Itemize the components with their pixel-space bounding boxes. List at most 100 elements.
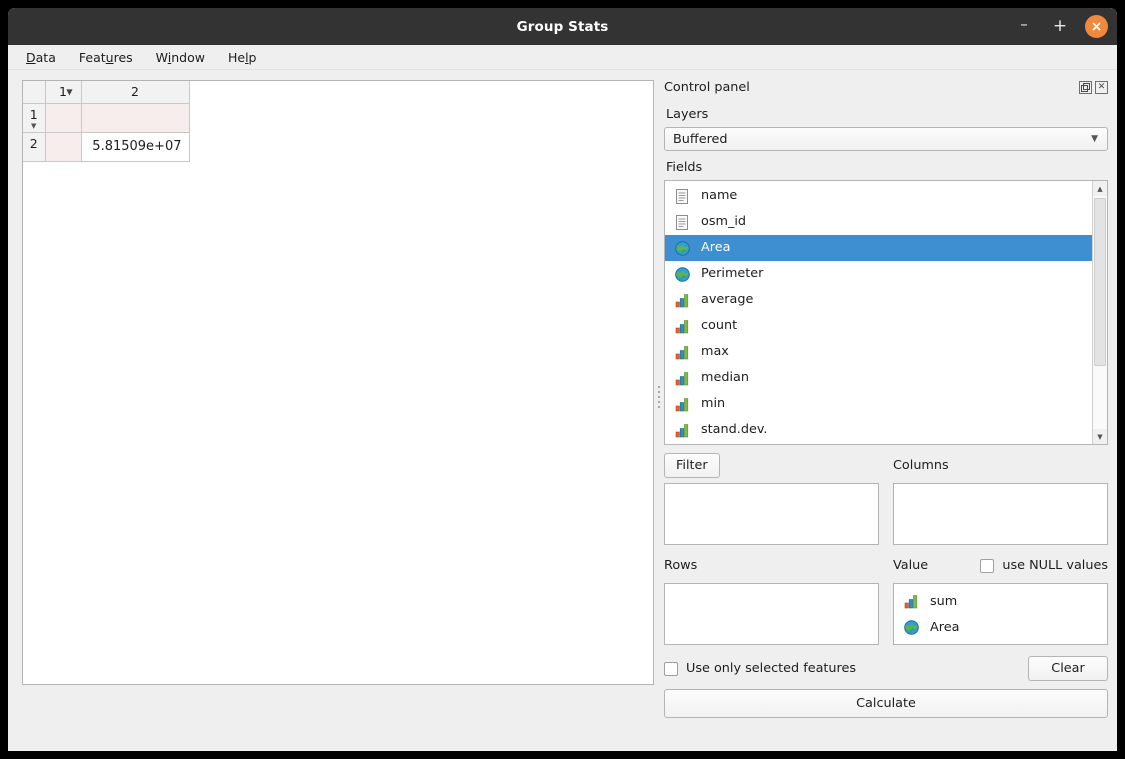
scrollbar-thumb[interactable] (1094, 198, 1106, 366)
dock-header: Control panel ✕ (664, 76, 1108, 98)
result-table-pane[interactable]: 1 ▼ 2 1 ▼ 2 5.81509e+07 (22, 80, 654, 685)
field-list-item-osm-id[interactable]: osm_id (665, 209, 1092, 235)
menu-window[interactable]: Window (155, 48, 206, 67)
use-only-selected-checkbox[interactable]: Use only selected features (664, 661, 856, 676)
control-panel: Control panel ✕ Layers Buffered ▼ Fields… (664, 76, 1112, 718)
float-glyph (1081, 82, 1090, 92)
menu-bar: Data Features Window Help (8, 45, 1117, 70)
value-head: Value use NULL values (893, 553, 1108, 578)
chevron-down-icon[interactable]: ▼ (23, 122, 45, 129)
field-list-item-max[interactable]: max (665, 339, 1092, 365)
value-zone: Value use NULL values sum Area (893, 553, 1108, 645)
window-controls: – + × (1013, 8, 1108, 45)
field-list-item-stand-dev-[interactable]: stand.dev. (665, 417, 1092, 443)
value-item-sum[interactable]: sum (894, 588, 1107, 614)
field-list-item-area[interactable]: Area (665, 235, 1092, 262)
calculate-button[interactable]: Calculate (664, 689, 1108, 718)
field-list-item[interactable] (665, 443, 1092, 444)
menu-features[interactable]: Features (78, 48, 134, 67)
fields-list-items: name osm_id Area Perimeter average count max me… (665, 181, 1092, 444)
field-list-item-median[interactable]: median (665, 365, 1092, 391)
filter-dropbox[interactable] (664, 483, 879, 545)
value-label: Value (893, 558, 929, 573)
menu-data[interactable]: Data (25, 48, 57, 67)
field-list-item-label: average (701, 291, 754, 307)
statistic-bars-icon (904, 594, 918, 608)
column-header-2[interactable]: 2 (81, 81, 190, 104)
cell-r1c1[interactable] (45, 103, 82, 133)
minimize-button[interactable]: – (1013, 16, 1035, 38)
field-list-item-min[interactable]: min (665, 391, 1092, 417)
menu-help[interactable]: Help (227, 48, 258, 67)
scroll-up-icon[interactable]: ▲ (1093, 181, 1107, 197)
filter-head: Filter (664, 453, 879, 478)
table-row[interactable]: 1 ▼ (23, 103, 190, 133)
rows-dropbox[interactable] (664, 583, 879, 645)
row-header-2-label: 2 (29, 135, 38, 151)
cell-r2c1[interactable] (45, 132, 82, 162)
rows-label: Rows (664, 558, 698, 573)
table-row[interactable]: 2 5.81509e+07 (23, 132, 190, 162)
splitter-grip-icon (658, 386, 660, 408)
value-dropbox[interactable]: sum Area (893, 583, 1108, 645)
pane-splitter[interactable] (654, 76, 664, 718)
control-panel-title: Control panel (664, 79, 750, 95)
row-header-1-label: 1 (29, 106, 38, 122)
field-list-item-label: max (701, 343, 729, 359)
field-list-item-label: min (701, 395, 726, 411)
filter-zone: Filter (664, 453, 879, 545)
fields-label: Fields (666, 160, 703, 176)
field-list-item-label: Perimeter (701, 265, 764, 281)
field-list-item-average[interactable]: average (665, 287, 1092, 313)
columns-zone: Columns (893, 453, 1108, 545)
statistic-bars-icon (675, 398, 689, 412)
filter-button[interactable]: Filter (664, 453, 720, 478)
row-header-1[interactable]: 1 ▼ (23, 103, 46, 133)
title-bar[interactable]: Group Stats – + × (8, 8, 1117, 45)
field-list-item-perimeter[interactable]: Perimeter (665, 261, 1092, 287)
close-panel-icon[interactable]: ✕ (1095, 80, 1108, 94)
close-icon[interactable]: × (1085, 15, 1108, 38)
field-list-item-count[interactable]: count (665, 313, 1092, 339)
row-header-2[interactable]: 2 (23, 132, 46, 162)
statistic-bars-icon (675, 424, 689, 438)
rows-zone: Rows (664, 553, 879, 645)
column-header-1[interactable]: 1 ▼ (45, 81, 82, 104)
rows-head: Rows (664, 553, 879, 578)
geometry-globe-icon (904, 619, 919, 635)
statistic-bars-icon (675, 294, 689, 308)
cell-r2c2[interactable]: 5.81509e+07 (81, 132, 190, 162)
layers-combobox[interactable]: Buffered ▼ (664, 127, 1108, 152)
columns-label: Columns (893, 458, 949, 473)
column-header-2-label: 2 (131, 84, 139, 100)
dock-buttons: ✕ (1079, 80, 1108, 94)
field-list-item-name[interactable]: name (665, 183, 1092, 209)
cell-r1c2[interactable] (81, 103, 190, 133)
scroll-down-icon[interactable]: ▼ (1093, 429, 1107, 444)
field-list-item-label: stand.dev. (701, 421, 768, 437)
field-list-item-label: median (701, 369, 749, 385)
columns-head: Columns (893, 453, 1108, 478)
scrollbar-track[interactable] (1093, 196, 1107, 429)
value-item-area[interactable]: Area (894, 614, 1107, 640)
statistic-bars-icon (675, 372, 689, 386)
chevron-down-icon[interactable]: ▼ (1091, 134, 1098, 144)
field-list-item-label: osm_id (701, 213, 747, 229)
checkbox-box[interactable] (664, 661, 678, 676)
maximize-button[interactable]: + (1049, 16, 1071, 38)
bottom-controls: Use only selected features Clear (664, 656, 1108, 681)
table-header-row: 1 ▼ 2 (23, 81, 190, 104)
fields-scrollbar[interactable]: ▲ ▼ (1092, 181, 1107, 444)
field-list-item-label: Area (701, 239, 731, 255)
checkbox-box[interactable] (980, 558, 995, 573)
columns-dropbox[interactable] (893, 483, 1108, 545)
text-field-icon (676, 188, 688, 204)
use-null-values-checkbox[interactable]: use NULL values (980, 558, 1108, 573)
clear-button[interactable]: Clear (1028, 656, 1108, 681)
chevron-down-icon[interactable]: ▼ (66, 87, 72, 96)
main-body: 1 ▼ 2 1 ▼ 2 5.81509e+07 Control panel ✕ … (8, 70, 1117, 718)
fields-list[interactable]: name osm_id Area Perimeter average count max me… (664, 180, 1108, 445)
float-panel-icon[interactable] (1079, 80, 1092, 94)
window-title: Group Stats (516, 18, 609, 35)
table-corner-cell[interactable] (23, 81, 46, 104)
